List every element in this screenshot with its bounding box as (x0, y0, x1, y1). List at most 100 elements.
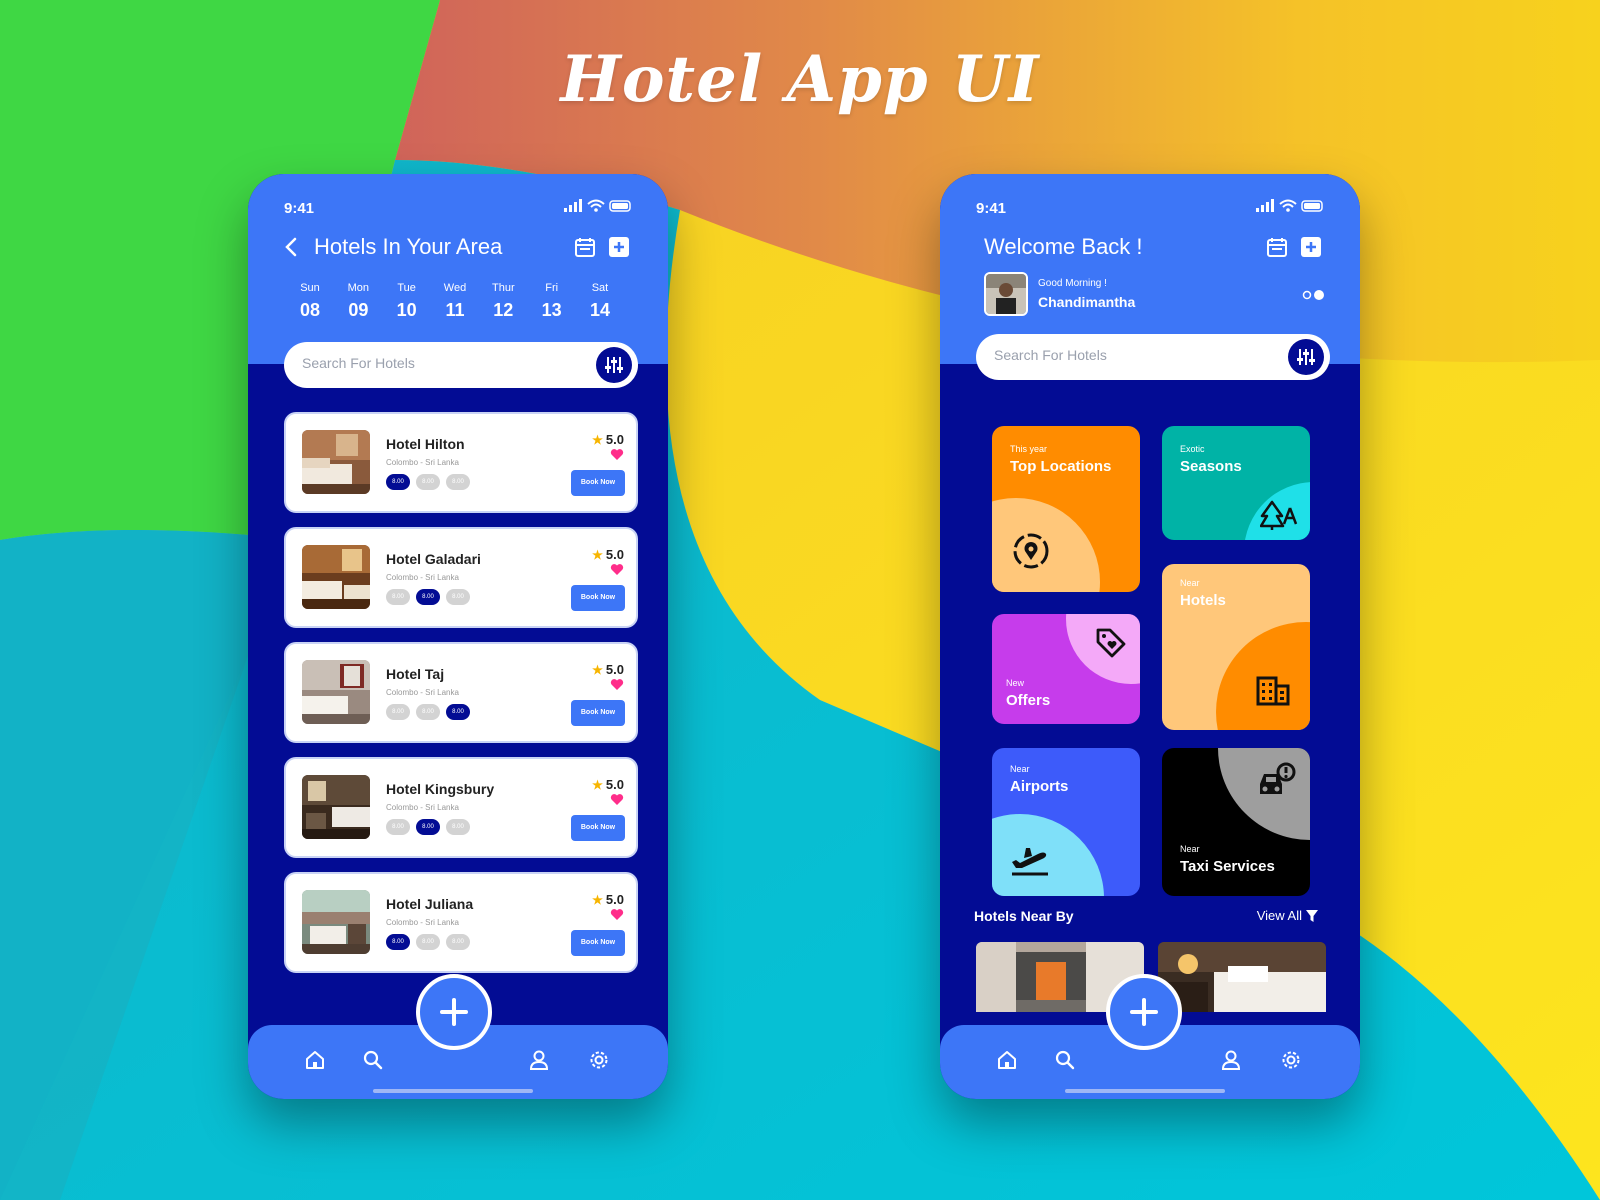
settings-icon[interactable] (1280, 1049, 1302, 1071)
day-item[interactable]: Sat 14 (580, 282, 620, 321)
hotel-location: Colombo - Sri Lanka (386, 918, 459, 927)
nearby-hotel-image[interactable] (1158, 942, 1326, 1012)
add-fab-button[interactable] (1106, 974, 1182, 1050)
add-square-icon[interactable] (608, 236, 630, 258)
add-square-icon[interactable] (1300, 236, 1322, 258)
hotel-card[interactable]: Hotel Galadari Colombo - Sri Lanka 8.00 … (284, 527, 638, 628)
price-pill[interactable]: 8.00 (386, 474, 410, 490)
add-fab-button[interactable] (416, 974, 492, 1050)
tile-caption: Near (1180, 844, 1200, 854)
heart-icon[interactable] (610, 793, 624, 806)
day-item[interactable]: Tue 10 (387, 282, 427, 321)
hotel-card[interactable]: Hotel Taj Colombo - Sri Lanka 8.00 8.00 … (284, 642, 638, 743)
day-item[interactable]: Sun 08 (290, 282, 330, 321)
filter-button[interactable] (596, 347, 632, 383)
price-pill[interactable]: 8.00 (446, 704, 470, 720)
search-placeholder: Search For Hotels (994, 347, 1107, 363)
price-pill[interactable]: 8.00 (446, 934, 470, 950)
price-pill[interactable]: 8.00 (416, 934, 440, 950)
tile-caption: Near (1180, 578, 1200, 588)
tile-caption: This year (1010, 444, 1048, 454)
tile-title: Top Locations (1010, 458, 1112, 475)
tile-airports[interactable]: Near Airports (992, 748, 1140, 896)
heart-icon[interactable] (610, 563, 624, 576)
status-icons (1256, 199, 1323, 212)
star-icon: ★ (592, 433, 603, 447)
rating: ★ 5.0 (592, 777, 624, 792)
hotel-location: Colombo - Sri Lanka (386, 458, 459, 467)
rating: ★ 5.0 (592, 432, 624, 447)
toggle-icon[interactable] (1302, 288, 1326, 302)
hotel-card[interactable]: Hotel Hilton Colombo - Sri Lanka 8.00 8.… (284, 412, 638, 513)
tile-taxi[interactable]: Near Taxi Services (1162, 748, 1310, 896)
book-now-button[interactable]: Book Now (571, 470, 625, 496)
book-now-button[interactable]: Book Now (571, 700, 625, 726)
star-icon: ★ (592, 663, 603, 677)
day-item[interactable]: Thur 12 (483, 282, 523, 321)
heart-icon[interactable] (610, 908, 624, 921)
heart-icon[interactable] (610, 448, 624, 461)
price-pill[interactable]: 8.00 (386, 934, 410, 950)
plane-takeoff-icon (1012, 848, 1048, 876)
price-pill[interactable]: 8.00 (386, 589, 410, 605)
location-pin-icon (1013, 533, 1049, 569)
avatar[interactable] (984, 272, 1028, 316)
phone-home: 9:41 Welcome Back ! Good Morning ! Chand… (940, 174, 1360, 1099)
price-pill[interactable]: 8.00 (446, 474, 470, 490)
user-icon[interactable] (1220, 1049, 1242, 1071)
home-icon[interactable] (304, 1049, 326, 1071)
tile-offers[interactable]: New Offers (992, 614, 1140, 724)
filter-sliders-icon (605, 357, 623, 373)
status-icons (564, 199, 631, 212)
hotel-image (302, 430, 370, 494)
day-item[interactable]: Wed 11 (435, 282, 475, 321)
page-title: Hotel App UI (560, 42, 1040, 117)
tile-top-locations[interactable]: This year Top Locations (992, 426, 1140, 592)
hotel-card[interactable]: Hotel Juliana Colombo - Sri Lanka 8.00 8… (284, 872, 638, 973)
user-name: Chandimantha (1038, 294, 1136, 310)
price-pill[interactable]: 8.00 (416, 819, 440, 835)
price-pill[interactable]: 8.00 (446, 819, 470, 835)
search-input[interactable]: Search For Hotels (284, 342, 638, 388)
tile-seasons[interactable]: Exotic Seasons (1162, 426, 1310, 540)
tile-title: Airports (1010, 778, 1069, 795)
back-icon[interactable] (284, 237, 298, 257)
price-pill[interactable]: 8.00 (386, 819, 410, 835)
tile-caption: Exotic (1180, 444, 1205, 454)
settings-icon[interactable] (588, 1049, 610, 1071)
hotel-image (302, 890, 370, 954)
tile-caption: Near (1010, 764, 1030, 774)
price-pill[interactable]: 8.00 (446, 589, 470, 605)
price-pill[interactable]: 8.00 (416, 474, 440, 490)
tile-title: Seasons (1180, 458, 1242, 475)
hotel-name: Hotel Hilton (386, 436, 465, 452)
day-item[interactable]: Mon 09 (338, 282, 378, 321)
book-now-button[interactable]: Book Now (571, 815, 625, 841)
tile-title: Taxi Services (1180, 858, 1275, 875)
book-now-button[interactable]: Book Now (571, 585, 625, 611)
book-now-button[interactable]: Book Now (571, 930, 625, 956)
price-pill[interactable]: 8.00 (416, 704, 440, 720)
section-title: Hotels Near By (974, 908, 1074, 924)
background (0, 0, 1600, 1200)
heart-icon[interactable] (610, 678, 624, 691)
tile-hotels[interactable]: Near Hotels (1162, 564, 1310, 730)
view-all-link[interactable]: View All (1257, 908, 1318, 923)
user-icon[interactable] (528, 1049, 550, 1071)
calendar-icon[interactable] (574, 236, 596, 258)
search-input[interactable]: Search For Hotels (976, 334, 1330, 380)
search-icon[interactable] (362, 1049, 384, 1071)
filter-button[interactable] (1288, 339, 1324, 375)
calendar-icon[interactable] (1266, 236, 1288, 258)
day-item[interactable]: Fri 13 (532, 282, 572, 321)
hotel-location: Colombo - Sri Lanka (386, 688, 459, 697)
search-icon[interactable] (1054, 1049, 1076, 1071)
home-indicator (1065, 1089, 1225, 1093)
tag-heart-icon (1096, 628, 1126, 658)
hotel-card[interactable]: Hotel Kingsbury Colombo - Sri Lanka 8.00… (284, 757, 638, 858)
price-pill[interactable]: 8.00 (386, 704, 410, 720)
filter-funnel-icon (1306, 910, 1318, 922)
home-indicator (373, 1089, 533, 1093)
price-pill[interactable]: 8.00 (416, 589, 440, 605)
home-icon[interactable] (996, 1049, 1018, 1071)
